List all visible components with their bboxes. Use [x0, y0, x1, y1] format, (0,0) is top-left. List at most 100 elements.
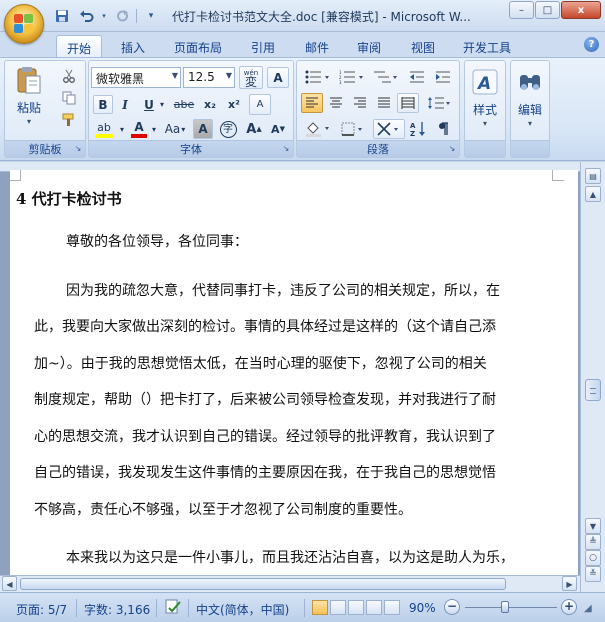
help-icon[interactable]: ?	[584, 37, 599, 52]
web-layout-view-icon[interactable]	[348, 600, 364, 615]
font-launcher-icon[interactable]: ↘	[281, 144, 291, 154]
align-right-icon[interactable]	[349, 93, 371, 113]
justify-icon[interactable]	[373, 93, 395, 113]
language-indicator[interactable]: 中文(简体，中国)	[196, 601, 289, 618]
svg-text:3: 3	[339, 80, 342, 84]
font-color-dropdown-icon[interactable]: ▾	[149, 119, 159, 139]
save-icon[interactable]	[52, 7, 72, 25]
styles-label: 样式	[472, 103, 497, 117]
shading-button[interactable]	[301, 119, 335, 139]
full-screen-reading-view-icon[interactable]	[330, 600, 346, 615]
proofing-icon[interactable]	[164, 599, 182, 618]
font-name-combo[interactable]: 微软雅黑 ▼	[91, 67, 181, 88]
browse-object-icon[interactable]: ○	[585, 550, 601, 566]
tab-developer[interactable]: 开发工具	[454, 35, 520, 57]
document-page[interactable]: 4 代打卡检讨书 尊敬的各位领导，各位同事： 因为我的疏忽大意，代替同事打卡，违…	[10, 170, 578, 580]
print-layout-view-icon[interactable]	[312, 600, 328, 615]
customize-icon[interactable]: ▾	[141, 7, 161, 25]
chinese-layout-button[interactable]	[373, 119, 405, 139]
editing-button[interactable]: 编辑 ▾	[513, 67, 547, 128]
font-size-combo[interactable]: 12.5 ▼	[183, 67, 235, 88]
word-count[interactable]: 字数: 3,166	[84, 601, 150, 618]
paragraph-launcher-icon[interactable]: ↘	[447, 144, 457, 154]
styles-button[interactable]: A 样式 ▾	[467, 67, 503, 128]
minimize-button[interactable]: –	[509, 1, 534, 19]
previous-page-icon[interactable]: ≜	[585, 534, 601, 550]
subscript-button[interactable]: x₂	[199, 95, 221, 114]
scroll-left-arrow-icon[interactable]: ◀	[2, 576, 17, 591]
tab-mailings[interactable]: 邮件	[294, 35, 340, 57]
grow-font-button[interactable]: A ▲	[243, 119, 265, 139]
format-painter-icon[interactable]	[59, 111, 79, 129]
tab-insert[interactable]: 插入	[110, 35, 156, 57]
vertical-scrollbar[interactable]: ▤ ▲ ▼ ≜ ○ ≚	[580, 162, 605, 592]
horizontal-scrollbar[interactable]: ◀ ▶	[0, 575, 580, 592]
redo-icon[interactable]	[112, 7, 132, 25]
tab-review[interactable]: 审阅	[346, 35, 392, 57]
italic-button[interactable]: I	[115, 95, 135, 114]
scroll-down-arrow-icon[interactable]: ▼	[585, 518, 601, 534]
resize-grip-icon[interactable]: ◢	[584, 603, 592, 614]
maximize-button[interactable]: □	[535, 1, 560, 19]
zoom-level[interactable]: 90%	[409, 601, 436, 615]
decrease-indent-icon[interactable]	[405, 67, 429, 87]
undo-icon[interactable]	[76, 7, 96, 25]
office-logo-icon	[14, 14, 34, 34]
align-left-icon[interactable]	[301, 93, 323, 113]
scroll-right-arrow-icon[interactable]: ▶	[562, 576, 577, 591]
numbering-button[interactable]: 123	[335, 67, 369, 87]
close-button[interactable]: x	[561, 1, 601, 19]
scroll-up-arrow-icon[interactable]: ▲	[585, 186, 601, 202]
borders-button[interactable]	[337, 119, 369, 139]
office-button[interactable]	[4, 4, 44, 44]
line-spacing-button[interactable]	[423, 93, 455, 113]
change-case-button[interactable]: Aa ▾	[161, 119, 189, 139]
tab-page-layout[interactable]: 页面布局	[166, 35, 230, 57]
tab-view[interactable]: 视图	[400, 35, 446, 57]
tab-references[interactable]: 引用	[240, 35, 286, 57]
clipboard-launcher-icon[interactable]: ↘	[73, 144, 83, 154]
character-border-button[interactable]: A	[267, 67, 289, 88]
clear-formatting-button[interactable]: A	[249, 94, 271, 115]
increase-indent-icon[interactable]	[431, 67, 455, 87]
shrink-font-button[interactable]: A ▼	[267, 119, 289, 139]
svg-text:Z: Z	[410, 130, 415, 137]
bold-button[interactable]: B	[93, 95, 113, 114]
highlight-dropdown-icon[interactable]: ▾	[117, 119, 127, 139]
strikethrough-button[interactable]: abe	[171, 95, 197, 114]
horizontal-scroll-thumb[interactable]	[20, 578, 506, 590]
vertical-scroll-thumb[interactable]	[585, 379, 601, 401]
enclose-characters-button[interactable]: 字	[217, 119, 239, 139]
zoom-out-button[interactable]: −	[444, 599, 460, 615]
bullets-button[interactable]	[301, 67, 335, 87]
cut-icon[interactable]	[59, 67, 79, 85]
phonetic-guide-button[interactable]: wén 変	[239, 66, 263, 89]
distributed-icon[interactable]	[397, 93, 419, 113]
document-body: 尊敬的各位领导，各位同事： 因为我的疏忽大意，代替同事打卡，违反了公司的相关规定…	[34, 224, 564, 577]
editing-group: 编辑 ▾	[510, 60, 550, 158]
outline-view-icon[interactable]	[366, 600, 382, 615]
status-separator	[156, 599, 157, 617]
underline-button[interactable]: U	[139, 95, 159, 114]
undo-dropdown-icon[interactable]: ▾	[100, 7, 108, 25]
copy-icon[interactable]	[59, 89, 79, 107]
text-highlight-button[interactable]: ab	[91, 119, 117, 139]
paste-button[interactable]: 粘贴 ▾	[11, 65, 47, 126]
zoom-slider-thumb[interactable]	[501, 601, 509, 613]
align-center-icon[interactable]	[325, 93, 347, 113]
tab-home[interactable]: 开始	[56, 35, 102, 57]
sort-icon[interactable]: AZ	[407, 119, 429, 139]
multilevel-list-button[interactable]	[369, 67, 403, 87]
superscript-button[interactable]: x²	[223, 95, 245, 114]
ribbon-tabs: 开始 插入 页面布局 引用 邮件 审阅 视图 开发工具 ?	[0, 32, 605, 57]
ruler-toggle-icon[interactable]: ▤	[585, 168, 601, 184]
show-formatting-icon[interactable]	[431, 119, 455, 139]
page-count[interactable]: 页面: 5/7	[16, 601, 67, 618]
draft-view-icon[interactable]	[384, 600, 400, 615]
zoom-slider-track[interactable]	[465, 607, 557, 608]
zoom-in-button[interactable]: +	[561, 599, 577, 615]
next-page-icon[interactable]: ≚	[585, 566, 601, 582]
font-color-button[interactable]: A	[129, 119, 149, 139]
character-shading-button[interactable]: A	[193, 119, 213, 139]
underline-dropdown-icon[interactable]: ▾	[157, 95, 167, 114]
